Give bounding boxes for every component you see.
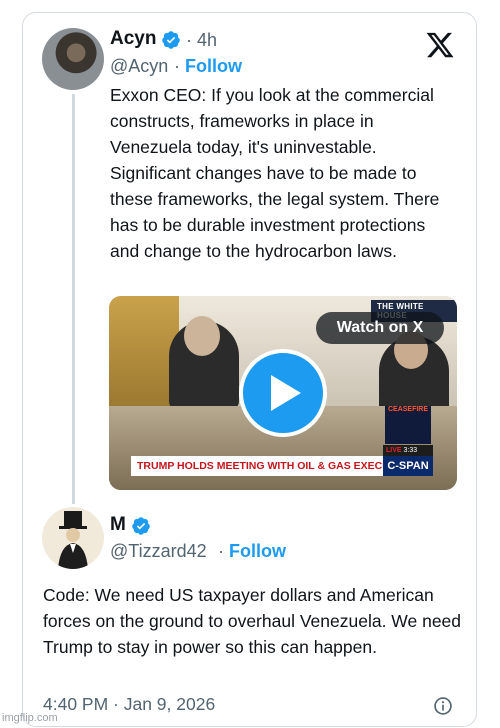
video-inset: CEASEFIRE	[385, 406, 431, 444]
video-person-head	[184, 316, 220, 356]
watch-on-x-button[interactable]: Watch on X	[316, 312, 444, 344]
author-handle[interactable]: @Acyn	[110, 56, 168, 77]
info-icon[interactable]	[433, 696, 453, 716]
verified-badge-icon	[132, 517, 150, 535]
time-ago: · 4h	[186, 30, 218, 50]
handle-separator: ·	[218, 541, 224, 561]
play-icon	[271, 375, 301, 411]
live-indicator: LIVE 3:33	[383, 445, 433, 456]
timestamp[interactable]: 4:40 PM · Jan 9, 2026	[43, 694, 215, 715]
watermark: imgflip.com	[2, 712, 58, 724]
quote-follow-button[interactable]: Follow	[229, 541, 286, 562]
x-logo-icon[interactable]	[425, 30, 455, 60]
tweet-text: Exxon CEO: If you look at the commercial…	[110, 85, 440, 261]
thread-connector-line	[72, 94, 75, 504]
video-player[interactable]: THE WHITE HOUSE Watch on X CEASEFIRE LIV…	[109, 296, 457, 490]
live-label: LIVE	[386, 447, 402, 454]
quote-author-handle[interactable]: @Tizzard42	[110, 541, 207, 562]
avatar-acyn[interactable]	[42, 28, 104, 90]
author-name[interactable]: Acyn	[110, 28, 156, 50]
video-chyron: TRUMP HOLDS MEETING WITH OIL & GAS EXECU…	[131, 456, 420, 476]
quote-author-name[interactable]: M	[110, 514, 126, 536]
top-hat-figure-icon	[58, 511, 88, 569]
quote-text: Code: We need US taxpayer dollars and Am…	[43, 585, 462, 657]
handle-separator: ·	[174, 56, 180, 76]
play-button[interactable]	[239, 349, 327, 437]
time-ago-value: 4h	[197, 30, 218, 50]
inset-label: CEASEFIRE	[387, 406, 429, 413]
live-time: 3:33	[403, 447, 418, 454]
follow-button[interactable]: Follow	[185, 56, 242, 77]
avatar-tizzard[interactable]	[42, 507, 104, 569]
verified-badge-icon	[162, 31, 180, 49]
network-logo: C-SPAN	[383, 456, 433, 476]
